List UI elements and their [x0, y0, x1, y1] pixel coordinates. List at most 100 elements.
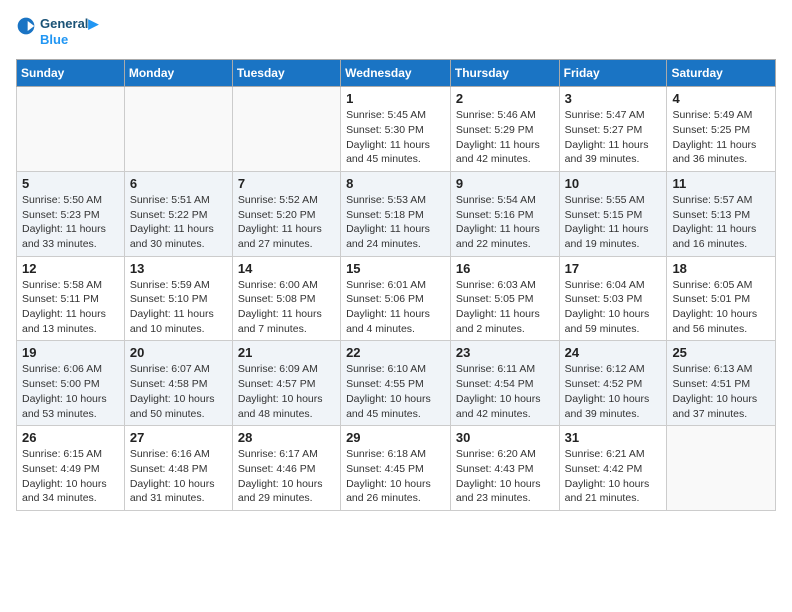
day-number: 31 — [565, 430, 662, 445]
header-saturday: Saturday — [667, 60, 776, 87]
day-info: Sunrise: 5:59 AM Sunset: 5:10 PM Dayligh… — [130, 278, 227, 337]
day-info: Sunrise: 6:00 AM Sunset: 5:08 PM Dayligh… — [238, 278, 335, 337]
day-number: 29 — [346, 430, 445, 445]
day-info: Sunrise: 6:15 AM Sunset: 4:49 PM Dayligh… — [22, 447, 119, 506]
day-info: Sunrise: 5:51 AM Sunset: 5:22 PM Dayligh… — [130, 193, 227, 252]
day-number: 27 — [130, 430, 227, 445]
calendar-cell: 14Sunrise: 6:00 AM Sunset: 5:08 PM Dayli… — [232, 256, 340, 341]
calendar-cell — [667, 426, 776, 511]
day-info: Sunrise: 6:18 AM Sunset: 4:45 PM Dayligh… — [346, 447, 445, 506]
week-row-5: 26 Sunrise: 6:15 AM Sunset: 4:49 PM Dayli… — [17, 426, 776, 511]
day-number: 8 — [346, 176, 445, 191]
calendar-cell: 6 Sunrise: 5:51 AM Sunset: 5:22 PM Daylig… — [124, 171, 232, 256]
calendar-cell: 3 Sunrise: 5:47 AM Sunset: 5:27 PM Daylig… — [559, 87, 667, 172]
header-sunday: Sunday — [17, 60, 125, 87]
calendar-cell: 1Sunrise: 5:45 AM Sunset: 5:30 PM Daylig… — [341, 87, 451, 172]
day-number: 19 — [22, 345, 119, 360]
day-number: 24 — [565, 345, 662, 360]
logo-text-line2: Blue — [40, 32, 98, 48]
week-row-4: 19 Sunrise: 6:06 AM Sunset: 5:00 PM Dayli… — [17, 341, 776, 426]
header-monday: Monday — [124, 60, 232, 87]
calendar-cell: 2 Sunrise: 5:46 AM Sunset: 5:29 PM Daylig… — [450, 87, 559, 172]
day-info: Sunrise: 6:06 AM Sunset: 5:00 PM Dayligh… — [22, 362, 119, 421]
calendar-cell: 17 Sunrise: 6:04 AM Sunset: 5:03 PM Dayli… — [559, 256, 667, 341]
calendar-cell: 23 Sunrise: 6:11 AM Sunset: 4:54 PM Dayli… — [450, 341, 559, 426]
day-number: 11 — [672, 176, 770, 191]
day-number: 30 — [456, 430, 554, 445]
day-info: Sunrise: 6:11 AM Sunset: 4:54 PM Dayligh… — [456, 362, 554, 421]
calendar-cell: 11 Sunrise: 5:57 AM Sunset: 5:13 PM Dayli… — [667, 171, 776, 256]
day-number: 17 — [565, 261, 662, 276]
day-number: 21 — [238, 345, 335, 360]
day-info: Sunrise: 5:47 AM Sunset: 5:27 PM Dayligh… — [565, 108, 662, 167]
day-info: Sunrise: 5:54 AM Sunset: 5:16 PM Dayligh… — [456, 193, 554, 252]
calendar-cell: 7 Sunrise: 5:52 AM Sunset: 5:20 PM Daylig… — [232, 171, 340, 256]
calendar-cell: 9 Sunrise: 5:54 AM Sunset: 5:16 PM Daylig… — [450, 171, 559, 256]
day-number: 2 — [456, 91, 554, 106]
day-number: 5 — [22, 176, 119, 191]
day-info: Sunrise: 6:09 AM Sunset: 4:57 PM Dayligh… — [238, 362, 335, 421]
week-row-1: 1Sunrise: 5:45 AM Sunset: 5:30 PM Daylig… — [17, 87, 776, 172]
day-info: Sunrise: 5:57 AM Sunset: 5:13 PM Dayligh… — [672, 193, 770, 252]
calendar-cell: 21 Sunrise: 6:09 AM Sunset: 4:57 PM Dayli… — [232, 341, 340, 426]
day-info: Sunrise: 6:10 AM Sunset: 4:55 PM Dayligh… — [346, 362, 445, 421]
calendar-cell: 29 Sunrise: 6:18 AM Sunset: 4:45 PM Dayli… — [341, 426, 451, 511]
calendar-cell: 10 Sunrise: 5:55 AM Sunset: 5:15 PM Dayli… — [559, 171, 667, 256]
day-number: 3 — [565, 91, 662, 106]
calendar-header-row: SundayMondayTuesdayWednesdayThursdayFrid… — [17, 60, 776, 87]
day-info: Sunrise: 5:46 AM Sunset: 5:29 PM Dayligh… — [456, 108, 554, 167]
calendar-cell: 26 Sunrise: 6:15 AM Sunset: 4:49 PM Dayli… — [17, 426, 125, 511]
calendar-cell: 31 Sunrise: 6:21 AM Sunset: 4:42 PM Dayli… — [559, 426, 667, 511]
header-friday: Friday — [559, 60, 667, 87]
header-thursday: Thursday — [450, 60, 559, 87]
day-info: Sunrise: 6:04 AM Sunset: 5:03 PM Dayligh… — [565, 278, 662, 337]
day-number: 10 — [565, 176, 662, 191]
calendar-cell: 5 Sunrise: 5:50 AM Sunset: 5:23 PM Daylig… — [17, 171, 125, 256]
logo-icon — [16, 16, 36, 36]
calendar-cell: 25 Sunrise: 6:13 AM Sunset: 4:51 PM Dayli… — [667, 341, 776, 426]
day-info: Sunrise: 6:21 AM Sunset: 4:42 PM Dayligh… — [565, 447, 662, 506]
day-number: 26 — [22, 430, 119, 445]
calendar-cell: 13Sunrise: 5:59 AM Sunset: 5:10 PM Dayli… — [124, 256, 232, 341]
calendar-cell: 28 Sunrise: 6:17 AM Sunset: 4:46 PM Dayli… — [232, 426, 340, 511]
week-row-3: 12Sunrise: 5:58 AM Sunset: 5:11 PM Dayli… — [17, 256, 776, 341]
day-info: Sunrise: 5:53 AM Sunset: 5:18 PM Dayligh… — [346, 193, 445, 252]
day-info: Sunrise: 6:05 AM Sunset: 5:01 PM Dayligh… — [672, 278, 770, 337]
day-info: Sunrise: 6:12 AM Sunset: 4:52 PM Dayligh… — [565, 362, 662, 421]
header-tuesday: Tuesday — [232, 60, 340, 87]
calendar-cell — [232, 87, 340, 172]
day-info: Sunrise: 5:55 AM Sunset: 5:15 PM Dayligh… — [565, 193, 662, 252]
calendar-cell: 30Sunrise: 6:20 AM Sunset: 4:43 PM Dayli… — [450, 426, 559, 511]
day-info: Sunrise: 6:13 AM Sunset: 4:51 PM Dayligh… — [672, 362, 770, 421]
calendar-cell: 24 Sunrise: 6:12 AM Sunset: 4:52 PM Dayli… — [559, 341, 667, 426]
header-wednesday: Wednesday — [341, 60, 451, 87]
day-info: Sunrise: 5:49 AM Sunset: 5:25 PM Dayligh… — [672, 108, 770, 167]
day-number: 28 — [238, 430, 335, 445]
day-info: Sunrise: 6:17 AM Sunset: 4:46 PM Dayligh… — [238, 447, 335, 506]
day-info: Sunrise: 5:52 AM Sunset: 5:20 PM Dayligh… — [238, 193, 335, 252]
day-number: 18 — [672, 261, 770, 276]
day-number: 1 — [346, 91, 445, 106]
calendar-body: 1Sunrise: 5:45 AM Sunset: 5:30 PM Daylig… — [17, 87, 776, 511]
calendar-cell: 27Sunrise: 6:16 AM Sunset: 4:48 PM Dayli… — [124, 426, 232, 511]
calendar-cell: 20Sunrise: 6:07 AM Sunset: 4:58 PM Dayli… — [124, 341, 232, 426]
week-row-2: 5 Sunrise: 5:50 AM Sunset: 5:23 PM Daylig… — [17, 171, 776, 256]
day-number: 23 — [456, 345, 554, 360]
calendar-cell — [124, 87, 232, 172]
calendar-cell: 15Sunrise: 6:01 AM Sunset: 5:06 PM Dayli… — [341, 256, 451, 341]
logo-text-line1: General▶ — [40, 16, 98, 32]
calendar-cell — [17, 87, 125, 172]
calendar-cell: 12Sunrise: 5:58 AM Sunset: 5:11 PM Dayli… — [17, 256, 125, 341]
day-info: Sunrise: 6:07 AM Sunset: 4:58 PM Dayligh… — [130, 362, 227, 421]
calendar-table: SundayMondayTuesdayWednesdayThursdayFrid… — [16, 59, 776, 511]
calendar-cell: 22Sunrise: 6:10 AM Sunset: 4:55 PM Dayli… — [341, 341, 451, 426]
day-number: 7 — [238, 176, 335, 191]
day-info: Sunrise: 6:01 AM Sunset: 5:06 PM Dayligh… — [346, 278, 445, 337]
day-number: 6 — [130, 176, 227, 191]
day-number: 9 — [456, 176, 554, 191]
calendar-cell: 8 Sunrise: 5:53 AM Sunset: 5:18 PM Daylig… — [341, 171, 451, 256]
day-number: 12 — [22, 261, 119, 276]
day-number: 25 — [672, 345, 770, 360]
day-info: Sunrise: 5:50 AM Sunset: 5:23 PM Dayligh… — [22, 193, 119, 252]
day-number: 16 — [456, 261, 554, 276]
